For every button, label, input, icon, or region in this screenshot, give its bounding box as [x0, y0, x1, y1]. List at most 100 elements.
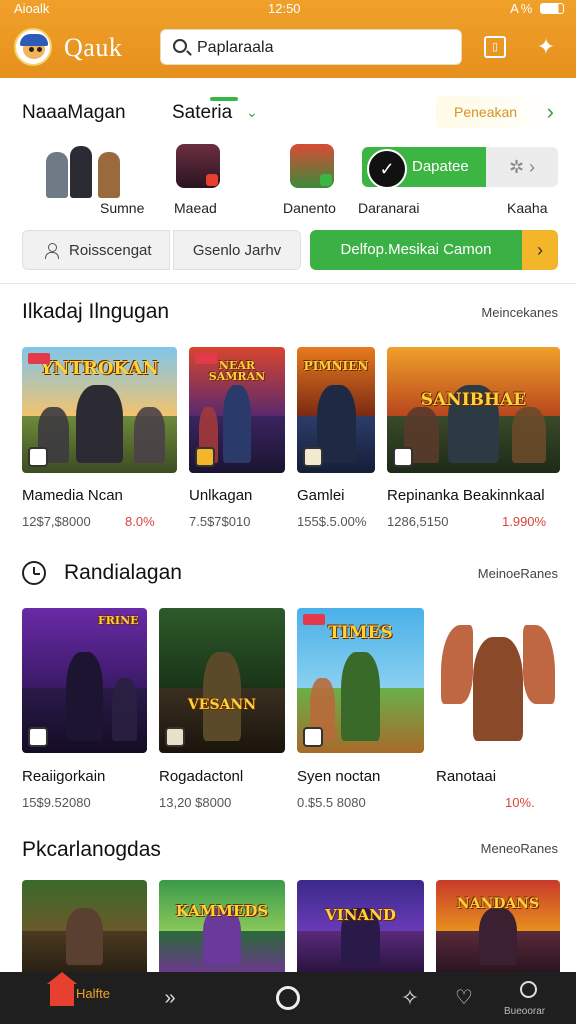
nav-discover[interactable]: ✧ [392, 972, 428, 1024]
card-art-title: YNTROKAN [40, 357, 159, 379]
game-card[interactable]: FRINE [22, 608, 147, 753]
filter-next-button[interactable]: › [522, 230, 558, 270]
card-tag [195, 353, 217, 364]
tab-primary[interactable]: NaaaMagan [22, 102, 126, 124]
wing-shape [522, 625, 556, 704]
wing-shape [440, 625, 474, 704]
search-icon [520, 981, 537, 998]
category-image [290, 144, 334, 188]
card-figure [65, 907, 104, 965]
game-card[interactable] [436, 608, 560, 753]
game-card[interactable]: NANDANS [436, 880, 560, 972]
app-logo[interactable] [14, 28, 52, 66]
game-card[interactable] [22, 880, 147, 972]
filter-label: Delfop.Mesikai Camon [340, 241, 492, 258]
featured-pill-label: Dapatee [412, 158, 469, 175]
mascot-cap [20, 34, 48, 46]
search-icon [173, 39, 187, 53]
featured-pill[interactable]: ✓ Dapatee [362, 147, 486, 189]
bottom-navigation: Halfte » ✧ ♡ Bueoorar [0, 972, 576, 1024]
card-art-title: NANDANS [456, 895, 540, 912]
app-header: Aioalk 12:50 A% Qauk ▯ ✦ [0, 0, 576, 78]
platform-icon [195, 447, 215, 467]
game-card[interactable]: TIMES [297, 608, 424, 753]
settings-pill[interactable]: ✲ › [486, 147, 558, 187]
game-price: 12$7,$8000 [22, 514, 91, 529]
filter-button[interactable]: Gsenlo Jarhv [173, 230, 301, 270]
see-more-link[interactable]: MeneoRanes [481, 841, 558, 856]
category-image [176, 144, 220, 188]
game-price: 15$9.52080 [22, 795, 91, 810]
nav-home-label: Halfte [76, 986, 110, 1001]
platform-icon [28, 727, 48, 747]
tab-secondary[interactable]: Sateria [172, 102, 232, 124]
clock-icon [22, 561, 46, 585]
section-title: Pkcarlanogdas [22, 838, 161, 861]
game-name: Gamlei [297, 487, 345, 504]
search-bar[interactable] [160, 29, 462, 65]
figure-shape [98, 152, 120, 198]
sparkle-icon: ✧ [400, 985, 420, 1010]
nav-videos[interactable]: » [150, 972, 190, 1024]
card-art-title: VINAND [325, 905, 396, 924]
card-tag [303, 614, 325, 625]
game-card[interactable]: NEAR SAMRAN [189, 347, 285, 473]
promo-label: Peneakan [454, 104, 518, 120]
card-figure [112, 677, 137, 742]
status-bar: Aioalk 12:50 A% [0, 0, 576, 18]
game-delta: 1.990% [502, 514, 547, 529]
chevron-down-icon[interactable]: ⌄ [246, 104, 258, 121]
game-delta: 10%. [505, 795, 535, 810]
promo-link[interactable]: Peneakan › [436, 96, 558, 128]
card-art-title: TIMES [328, 623, 393, 644]
category-label: Kaaha [507, 200, 548, 216]
card-tag [28, 353, 50, 364]
filter-button-primary[interactable]: Delfop.Mesikai Camon [310, 230, 522, 270]
mascot-eye [29, 47, 34, 52]
category-item[interactable] [40, 144, 136, 198]
play-logo-icon: ✓ [367, 149, 407, 189]
chevron-right-icon: › [537, 240, 543, 260]
platform-icon [28, 447, 48, 467]
battery-percent: A% [510, 1, 535, 16]
see-more-link[interactable]: Meincekanes [481, 305, 558, 320]
card-figure [479, 907, 517, 965]
circle-icon [276, 986, 300, 1010]
scan-icon[interactable]: ▯ [484, 36, 506, 58]
game-card[interactable]: VESANN [159, 608, 285, 753]
game-name: Repinanka Beakinnkaal [387, 487, 545, 504]
category-item[interactable] [290, 144, 334, 188]
game-card[interactable]: KAMMEDS [159, 880, 285, 972]
game-price: 7.5$7$010 [189, 514, 251, 529]
game-card[interactable]: YNTROKAN [22, 347, 177, 473]
see-more-link[interactable]: MeinoeRanes [478, 566, 558, 581]
game-card[interactable]: SANIBHAE [387, 347, 560, 473]
figure-shape [70, 146, 92, 198]
category-item[interactable] [176, 144, 220, 188]
section-title: Ilkadaj Ilngugan [22, 300, 170, 323]
game-card[interactable]: PIMNIEN [297, 347, 375, 473]
platform-icon [393, 447, 413, 467]
filter-button[interactable]: Roisscengat [22, 230, 170, 270]
mascot-eye [37, 47, 42, 52]
nav-home[interactable]: Halfte [20, 972, 130, 1024]
card-figure [511, 407, 547, 463]
battery-icon [540, 3, 564, 14]
game-name: Syen noctan [297, 768, 381, 785]
sparkle-menu-icon[interactable]: ✦ [531, 32, 561, 62]
category-label: Daranarai [358, 200, 420, 216]
nav-messages[interactable]: ♡ [446, 972, 482, 1024]
platform-icon [303, 447, 323, 467]
game-name: Ranotaai [436, 768, 497, 785]
game-name: Rogadactonl [159, 768, 244, 785]
app-badge-icon [320, 174, 332, 186]
nav-center[interactable] [268, 972, 308, 1024]
person-icon [45, 243, 59, 259]
card-figure [76, 384, 123, 463]
card-art-title: KAMMEDS [175, 901, 269, 920]
search-input[interactable] [197, 36, 447, 60]
section-title: Randialagan [64, 561, 182, 584]
chat-icon: ♡ [455, 987, 473, 1009]
category-label: Sumne [100, 200, 145, 216]
game-card[interactable]: VINAND [297, 880, 424, 972]
